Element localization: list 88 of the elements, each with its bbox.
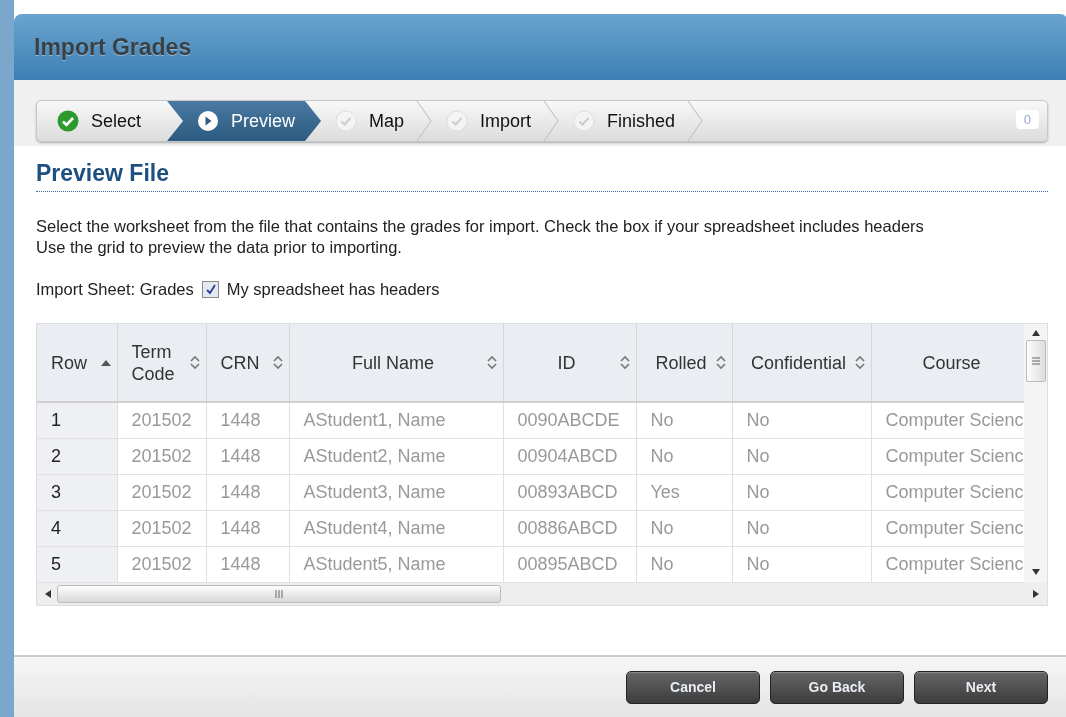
vertical-scrollbar[interactable] bbox=[1024, 324, 1047, 583]
table-cell: 1448 bbox=[206, 546, 289, 583]
table-cell: No bbox=[732, 474, 871, 511]
table-cell: Computer Scienc bbox=[871, 474, 1024, 511]
table-cell: 1448 bbox=[206, 438, 289, 475]
column-header[interactable]: Term Code bbox=[117, 324, 206, 402]
instructions-text: Select the worksheet from the file that contains the grades for import. Check the box if your spreadsheet includes headers Use the grid to preview the data prior to importing. bbox=[36, 216, 925, 258]
sort-ascending-icon bbox=[100, 359, 111, 366]
sort-icon bbox=[854, 355, 865, 370]
play-circle-icon bbox=[197, 110, 220, 132]
table-cell: AStudent5, Name bbox=[289, 546, 503, 583]
table-cell: AStudent4, Name bbox=[289, 510, 503, 547]
grip-icon bbox=[1031, 357, 1040, 365]
column-header[interactable]: Row bbox=[37, 324, 117, 402]
scroll-up-icon[interactable] bbox=[1031, 330, 1040, 336]
chevron-icon bbox=[416, 101, 433, 141]
wizard-step[interactable]: Map bbox=[321, 101, 431, 141]
table-cell: No bbox=[732, 402, 871, 439]
scroll-left-icon[interactable] bbox=[45, 590, 51, 598]
table-cell: Yes bbox=[636, 474, 732, 511]
dialog-button[interactable]: Go Back bbox=[770, 670, 904, 704]
table-cell: 1448 bbox=[206, 510, 289, 547]
table-cell: 201502 bbox=[117, 546, 206, 583]
check-circle-icon bbox=[57, 110, 79, 132]
table-cell: No bbox=[636, 402, 732, 439]
table-cell: AStudent2, Name bbox=[289, 438, 503, 475]
horizontal-scrollbar[interactable] bbox=[37, 583, 1047, 605]
table-cell: Computer Scienc bbox=[871, 546, 1024, 583]
column-header[interactable]: Rolled bbox=[636, 324, 732, 402]
table-cell: 5 bbox=[37, 546, 117, 583]
sort-icon bbox=[486, 355, 497, 370]
table-cell: 1448 bbox=[206, 402, 289, 439]
wizard-step[interactable]: Finished bbox=[559, 101, 702, 141]
table-cell: 3 bbox=[37, 474, 117, 511]
dialog-button[interactable]: Cancel bbox=[626, 670, 760, 704]
table-cell: No bbox=[732, 438, 871, 475]
table-cell: AStudent1, Name bbox=[289, 402, 503, 439]
column-header[interactable]: Confidential bbox=[732, 324, 871, 402]
table-cell: Computer Scienc bbox=[871, 438, 1024, 475]
sort-icon bbox=[715, 355, 726, 370]
scroll-thumb[interactable] bbox=[57, 585, 501, 603]
table-cell: 201502 bbox=[117, 510, 206, 547]
import-sheet-label: Import Sheet: Grades bbox=[36, 280, 194, 299]
dialog-title: Import Grades bbox=[34, 33, 192, 61]
dialog-button[interactable]: Next bbox=[914, 670, 1048, 704]
step-counter: 0 bbox=[1015, 110, 1039, 129]
sort-icon bbox=[189, 355, 200, 370]
sort-icon bbox=[619, 355, 630, 370]
table-cell: 1448 bbox=[206, 474, 289, 511]
scroll-right-icon[interactable] bbox=[1033, 590, 1039, 598]
headers-checkbox[interactable] bbox=[201, 281, 219, 298]
table-cell: 0090ABCDE bbox=[503, 402, 636, 439]
scroll-down-icon[interactable] bbox=[1031, 569, 1040, 575]
table-cell: 4 bbox=[37, 510, 117, 547]
table-cell: 00893ABCD bbox=[503, 474, 636, 511]
chevron-icon bbox=[687, 101, 704, 141]
table-cell: No bbox=[636, 546, 732, 583]
table-cell: No bbox=[732, 546, 871, 583]
wizard-step[interactable]: Preview bbox=[167, 101, 322, 141]
table-cell: 201502 bbox=[117, 402, 206, 439]
chevron-icon bbox=[543, 101, 560, 141]
table-cell: No bbox=[732, 510, 871, 547]
table-cell: 00886ABCD bbox=[503, 510, 636, 547]
table-cell: 2 bbox=[37, 438, 117, 475]
wizard-step[interactable]: Import bbox=[432, 101, 558, 141]
column-header[interactable]: Course bbox=[871, 324, 1024, 402]
table-cell: 201502 bbox=[117, 438, 206, 475]
table-cell: 201502 bbox=[117, 474, 206, 511]
check-circle-icon bbox=[446, 110, 469, 132]
table-cell: 1 bbox=[37, 402, 117, 439]
grip-icon bbox=[275, 590, 283, 598]
table-cell: AStudent3, Name bbox=[289, 474, 503, 511]
sort-icon bbox=[272, 355, 283, 370]
scroll-thumb[interactable] bbox=[1025, 340, 1046, 382]
table-cell: Computer Scienc bbox=[871, 402, 1024, 439]
table-cell: 00904ABCD bbox=[503, 438, 636, 475]
section-title: Preview File bbox=[36, 160, 1048, 192]
check-circle-icon bbox=[335, 110, 358, 132]
column-header[interactable]: CRN bbox=[206, 324, 289, 402]
table-cell: Computer Scienc bbox=[871, 510, 1024, 547]
checkbox-label: My spreadsheet has headers bbox=[226, 280, 440, 299]
column-header[interactable]: ID bbox=[503, 324, 636, 402]
check-circle-icon bbox=[573, 110, 596, 132]
column-header[interactable]: Full Name bbox=[289, 324, 503, 402]
table-cell: No bbox=[636, 510, 732, 547]
table-cell: No bbox=[636, 438, 732, 475]
wizard-step[interactable]: Select bbox=[37, 101, 168, 141]
table-cell: 00895ABCD bbox=[503, 546, 636, 583]
